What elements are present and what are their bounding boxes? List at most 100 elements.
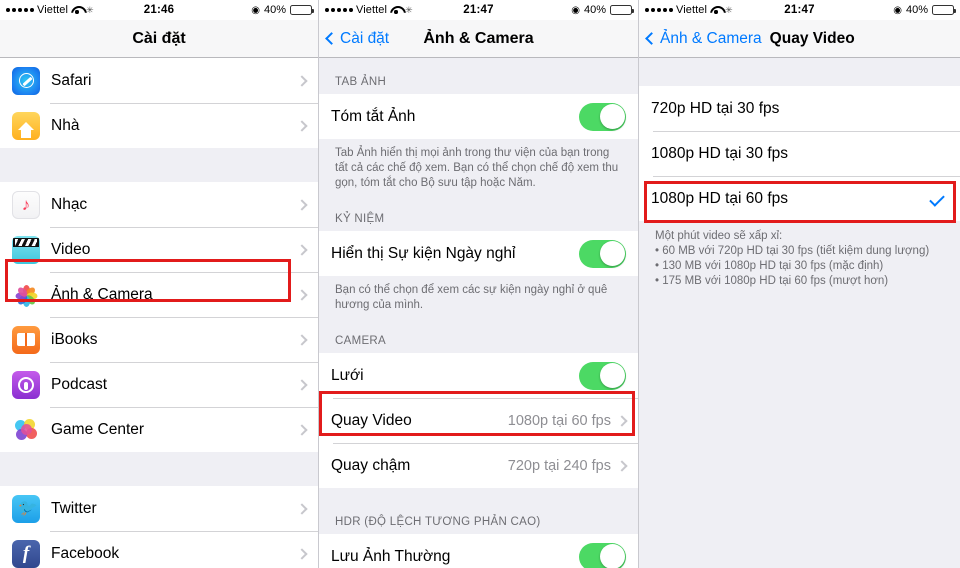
toggle-keep-normal-photo[interactable]: [579, 542, 626, 568]
back-button-label: Ảnh & Camera: [660, 29, 762, 47]
sidebar-item-home[interactable]: Nhà: [0, 103, 318, 148]
settings-group-3: 🐦 Twitter f Facebook Flickr: [0, 486, 318, 568]
safari-icon: [12, 66, 40, 95]
sidebar-item-music[interactable]: ♪ Nhạc: [0, 182, 318, 227]
chevron-right-icon: [296, 547, 308, 560]
chevron-right-icon: [296, 74, 308, 87]
toggle-grid[interactable]: [579, 361, 626, 390]
navigation-bar: Cài đặt: [0, 20, 318, 58]
footer-note-memories: Bạn có thể chọn để xem các sự kiện ngày …: [319, 276, 638, 317]
music-icon: ♪: [12, 190, 40, 219]
row-label: Podcast: [51, 375, 108, 393]
row-label: Quay chậm: [331, 456, 411, 474]
sidebar-item-video[interactable]: Video: [0, 227, 318, 272]
group-memories: Hiển thị Sự kiện Ngày nghỉ: [319, 231, 638, 276]
sidebar-item-ibooks[interactable]: iBooks: [0, 317, 318, 362]
row-label: Lưới: [331, 366, 364, 384]
battery-percent-label: 40%: [263, 4, 286, 16]
alarm-icon: ◉: [571, 4, 580, 16]
option-720p-30fps[interactable]: 720p HD tại 30 fps: [639, 86, 960, 131]
chevron-left-icon: [645, 32, 658, 45]
video-icon: [12, 235, 40, 264]
podcast-icon: [12, 370, 40, 399]
phone-screen-record-video: Viettel ✳ 21:47 ◉ 40% Ảnh & Camera Quay …: [638, 0, 960, 568]
checkmark-icon: [929, 190, 945, 207]
battery-icon: [932, 5, 956, 15]
settings-list[interactable]: Safari Nhà ♪ Nhạc Video Ảnh & Camera iBo…: [0, 58, 318, 568]
footer-bullet-1: • 60 MB với 720p HD tại 30 fps (tiết kiệ…: [655, 245, 930, 257]
facebook-icon: f: [12, 539, 40, 568]
navigation-bar: Cài đặt Ảnh & Camera: [319, 20, 638, 58]
chevron-right-icon: [296, 288, 308, 301]
option-1080p-60fps[interactable]: 1080p HD tại 60 fps: [639, 176, 960, 221]
home-icon: [12, 111, 40, 140]
chevron-right-icon: [296, 119, 308, 132]
status-bar: Viettel ✳ 21:46 ◉ 40%: [0, 0, 318, 20]
sidebar-item-game-center[interactable]: Game Center: [0, 407, 318, 452]
row-label: Facebook: [51, 544, 120, 562]
footer-bullet-2: • 130 MB với 1080p HD tại 30 fps (mặc đị…: [655, 260, 884, 272]
row-label: iBooks: [51, 330, 98, 348]
chevron-right-icon: [296, 333, 308, 346]
option-1080p-30fps[interactable]: 1080p HD tại 30 fps: [639, 131, 960, 176]
photos-icon: [12, 280, 40, 309]
group-video-options: 720p HD tại 30 fps 1080p HD tại 30 fps 1…: [639, 86, 960, 221]
section-header-hdr: HDR (ĐỘ LỆCH TƯƠNG PHẢN CAO): [319, 488, 638, 534]
chevron-right-icon: [296, 198, 308, 211]
group-hdr: Lưu Ảnh Thường: [319, 534, 638, 568]
row-label: Lưu Ảnh Thường: [331, 547, 451, 565]
row-record-slomo[interactable]: Quay chậm 720p tại 240 fps: [319, 443, 638, 488]
row-label: Safari: [51, 71, 92, 89]
toggle-photos-summary[interactable]: [579, 102, 626, 131]
row-label: 1080p HD tại 60 fps: [651, 189, 789, 207]
row-label: Game Center: [51, 420, 145, 438]
section-header-memories: KỶ NIỆM: [319, 195, 638, 231]
page-title: Quay Video: [769, 29, 855, 47]
sidebar-item-podcast[interactable]: Podcast: [0, 362, 318, 407]
row-label: 720p HD tại 30 fps: [651, 99, 780, 117]
footer-note-video-sizes: Một phút video sẽ xấp xỉ: • 60 MB với 72…: [639, 221, 960, 293]
back-button-label: Cài đặt: [340, 29, 390, 47]
navigation-bar: Ảnh & Camera Quay Video: [639, 20, 960, 58]
footer-intro: Một phút video sẽ xấp xỉ:: [655, 230, 783, 242]
sidebar-item-facebook[interactable]: f Facebook: [0, 531, 318, 568]
photos-camera-list[interactable]: TAB ẢNH Tóm tắt Ảnh Tab Ảnh hiển thị mọi…: [319, 58, 638, 568]
sidebar-item-photos-camera[interactable]: Ảnh & Camera: [0, 272, 318, 317]
back-button[interactable]: Cài đặt: [325, 29, 390, 48]
row-label: Twitter: [51, 499, 97, 517]
twitter-icon: 🐦: [12, 494, 40, 523]
status-bar: Viettel ✳ 21:47 ◉ 40%: [319, 0, 638, 20]
row-record-video[interactable]: Quay Video 1080p tại 60 fps: [319, 398, 638, 443]
chevron-left-icon: [325, 32, 338, 45]
row-value-record-slomo: 720p tại 240 fps: [507, 457, 611, 474]
row-show-holiday-events[interactable]: Hiển thị Sự kiện Ngày nghỉ: [319, 231, 638, 276]
section-header-camera: CAMERA: [319, 317, 638, 353]
phone-screen-settings: Viettel ✳ 21:46 ◉ 40% Cài đặt Safari Nhà…: [0, 0, 318, 568]
status-bar: Viettel ✳ 21:47 ◉ 40%: [639, 0, 960, 20]
toggle-show-holiday-events[interactable]: [579, 239, 626, 268]
gamecenter-icon: [12, 415, 40, 444]
back-button[interactable]: Ảnh & Camera: [645, 29, 762, 48]
row-photos-summary[interactable]: Tóm tắt Ảnh: [319, 94, 638, 139]
row-grid[interactable]: Lưới: [319, 353, 638, 398]
alarm-icon: ◉: [251, 4, 260, 16]
sidebar-item-safari[interactable]: Safari: [0, 58, 318, 103]
row-label: Quay Video: [331, 411, 412, 429]
battery-percent-label: 40%: [905, 4, 928, 16]
section-header-photos-tab: TAB ẢNH: [319, 58, 638, 94]
row-keep-normal-photo[interactable]: Lưu Ảnh Thường: [319, 534, 638, 568]
footer-bullet-3: • 175 MB với 1080p HD tại 60 fps (mượt h…: [655, 275, 889, 287]
sidebar-item-twitter[interactable]: 🐦 Twitter: [0, 486, 318, 531]
chevron-right-icon: [296, 502, 308, 515]
phone-screen-photos-camera: Viettel ✳ 21:47 ◉ 40% Cài đặt Ảnh & Came…: [318, 0, 638, 568]
status-bar-right: ◉ 40%: [893, 4, 956, 16]
group-separator: [0, 452, 318, 486]
status-bar-right: ◉ 40%: [571, 4, 634, 16]
row-value-record-video: 1080p tại 60 fps: [507, 412, 611, 429]
chevron-right-icon: [296, 378, 308, 391]
chevron-right-icon: [616, 414, 628, 427]
record-video-list[interactable]: 720p HD tại 30 fps 1080p HD tại 30 fps 1…: [639, 58, 960, 568]
group-separator: [0, 148, 318, 182]
group-photos-tab: Tóm tắt Ảnh: [319, 94, 638, 139]
battery-icon: [290, 5, 314, 15]
